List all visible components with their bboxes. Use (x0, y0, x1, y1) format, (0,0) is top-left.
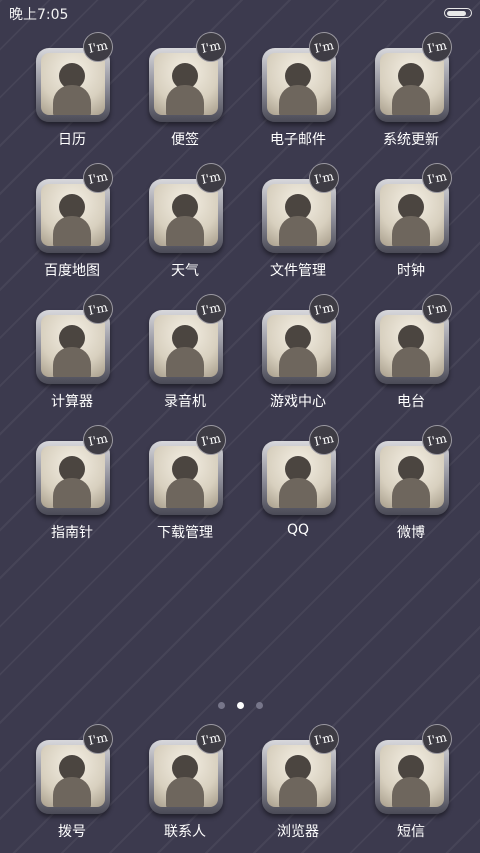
photo-figure-body (392, 777, 430, 807)
page-dot[interactable] (236, 702, 244, 709)
app-photo (154, 184, 218, 246)
app-label: 天气 (171, 263, 199, 279)
photo-figure-body (166, 478, 204, 508)
app-label: 下载管理 (157, 525, 213, 541)
app-clock[interactable]: I'm 时钟 (355, 160, 467, 279)
app-calendar[interactable]: I'm 日历 (16, 29, 128, 148)
app-weather[interactable]: I'm 天气 (129, 160, 241, 279)
app-photo (154, 315, 218, 377)
app-label: 文件管理 (270, 263, 326, 279)
app-photo (380, 446, 444, 508)
photo-figure-body (53, 347, 91, 377)
app-label: 游戏中心 (270, 394, 326, 410)
app-recorder[interactable]: I'm 录音机 (129, 291, 241, 410)
app-photo (267, 315, 331, 377)
app-radio[interactable]: I'm 电台 (355, 291, 467, 410)
page-dot[interactable] (255, 702, 263, 709)
app-grid: I'm 日历 I'm 便签 I'm 电子邮件 I'm 系统更新 I'm 百度地图 I'm 天气 I'm 文… (0, 0, 480, 680)
app-label: 时钟 (397, 263, 425, 279)
app-qq[interactable]: I'm QQ (242, 422, 354, 538)
app-label: 拨号 (58, 824, 86, 840)
app-label: 计算器 (51, 394, 93, 410)
photo-figure-body (279, 478, 317, 508)
photo-figure-body (53, 777, 91, 807)
app-photo (154, 745, 218, 807)
app-photo (154, 446, 218, 508)
app-photo (154, 53, 218, 115)
app-label: 便签 (171, 132, 199, 148)
app-photo (380, 745, 444, 807)
photo-figure-body (53, 85, 91, 115)
app-label: 浏览器 (277, 824, 319, 840)
photo-figure-body (166, 216, 204, 246)
app-label: 系统更新 (383, 132, 439, 148)
app-download-manager[interactable]: I'm 下载管理 (129, 422, 241, 541)
app-label: QQ (286, 522, 310, 538)
dock: I'm 拨号 I'm 联系人 I'm 浏览器 I'm 短信 (0, 721, 480, 853)
app-label: 短信 (397, 824, 425, 840)
app-messages[interactable]: I'm 短信 (355, 721, 467, 840)
photo-figure-body (53, 216, 91, 246)
app-photo (267, 53, 331, 115)
app-label: 微博 (397, 525, 425, 541)
photo-figure-body (392, 216, 430, 246)
page-dot[interactable] (217, 702, 225, 709)
app-label: 录音机 (164, 394, 206, 410)
app-photo (267, 184, 331, 246)
photo-figure-body (392, 347, 430, 377)
app-photo (380, 53, 444, 115)
photo-figure-body (166, 347, 204, 377)
app-photo (267, 745, 331, 807)
app-weibo[interactable]: I'm 微博 (355, 422, 467, 541)
app-label: 电台 (397, 394, 425, 410)
app-label: 百度地图 (44, 263, 100, 279)
app-photo (41, 446, 105, 508)
app-label: 电子邮件 (270, 132, 326, 148)
photo-figure-body (392, 478, 430, 508)
app-photo (41, 745, 105, 807)
app-email[interactable]: I'm 电子邮件 (242, 29, 354, 148)
photo-figure-body (166, 777, 204, 807)
photo-figure-body (279, 347, 317, 377)
photo-figure-body (279, 777, 317, 807)
app-phone-dialer[interactable]: I'm 拨号 (16, 721, 128, 840)
app-contacts[interactable]: I'm 联系人 (129, 721, 241, 840)
app-label: 联系人 (164, 824, 206, 840)
app-photo (380, 315, 444, 377)
app-label: 日历 (58, 132, 86, 148)
app-system-update[interactable]: I'm 系统更新 (355, 29, 467, 148)
photo-figure-body (166, 85, 204, 115)
app-file-manager[interactable]: I'm 文件管理 (242, 160, 354, 279)
app-calculator[interactable]: I'm 计算器 (16, 291, 128, 410)
photo-figure-body (392, 85, 430, 115)
app-baidu-map[interactable]: I'm 百度地图 (16, 160, 128, 279)
photo-figure-body (279, 85, 317, 115)
page-indicator (0, 700, 480, 712)
app-photo (267, 446, 331, 508)
app-photo (41, 315, 105, 377)
app-notes[interactable]: I'm 便签 (129, 29, 241, 148)
app-photo (41, 184, 105, 246)
app-label: 指南针 (51, 525, 93, 541)
app-photo (380, 184, 444, 246)
photo-figure-body (279, 216, 317, 246)
app-photo (41, 53, 105, 115)
photo-figure-body (53, 478, 91, 508)
app-compass[interactable]: I'm 指南针 (16, 422, 128, 541)
app-browser[interactable]: I'm 浏览器 (242, 721, 354, 840)
app-game-center[interactable]: I'm 游戏中心 (242, 291, 354, 410)
